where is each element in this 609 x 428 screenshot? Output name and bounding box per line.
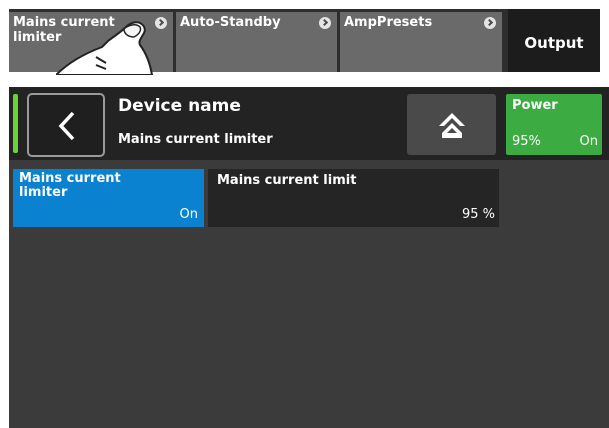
tile-label: Mains current limit bbox=[217, 173, 357, 188]
back-arrow-icon bbox=[58, 111, 75, 141]
chevron-right-icon bbox=[319, 17, 331, 29]
tab-output-label: Output bbox=[524, 33, 584, 52]
page-subtitle: Mains current limiter bbox=[118, 132, 273, 147]
header-bar: Device name Mains current limiter Power … bbox=[9, 87, 609, 160]
tile-label: Mains current limiter bbox=[19, 171, 121, 200]
chevron-right-icon bbox=[484, 17, 496, 29]
power-tile[interactable]: Power 95% On bbox=[506, 94, 602, 155]
hand-pointer-icon bbox=[56, 21, 154, 75]
back-button[interactable] bbox=[27, 93, 105, 157]
mains-current-limiter-tile[interactable]: Mains current limiter On bbox=[13, 169, 204, 227]
power-title: Power bbox=[512, 98, 558, 113]
device-name: Device name bbox=[118, 96, 241, 116]
home-icon bbox=[439, 113, 465, 138]
tab-output[interactable]: Output bbox=[508, 9, 600, 72]
power-value: 95% bbox=[512, 134, 541, 149]
tab-amp-presets[interactable]: AmpPresets bbox=[340, 12, 502, 72]
tab-auto-standby[interactable]: Auto-Standby bbox=[176, 12, 337, 72]
home-button[interactable] bbox=[407, 94, 496, 155]
mains-current-limit-tile[interactable]: Mains current limit 95 % bbox=[208, 169, 499, 227]
tile-state: On bbox=[179, 207, 198, 222]
tab-label: AmpPresets bbox=[344, 15, 433, 30]
status-indicator bbox=[13, 94, 18, 153]
device-screen: Device name Mains current limiter Power … bbox=[9, 87, 609, 428]
tab-label: Auto-Standby bbox=[180, 15, 281, 30]
power-state: On bbox=[579, 134, 598, 149]
tile-value: 95 % bbox=[461, 207, 495, 222]
